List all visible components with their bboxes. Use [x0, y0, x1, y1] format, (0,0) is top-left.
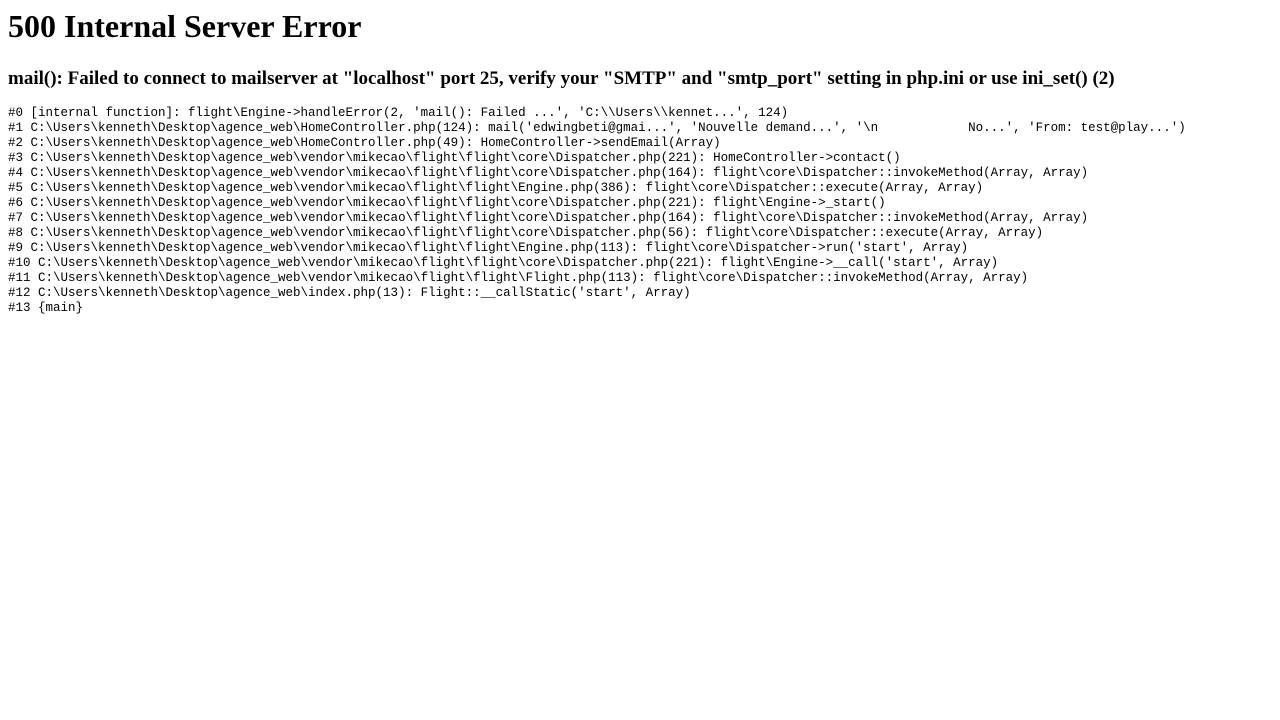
error-message: mail(): Failed to connect to mailserver … [8, 68, 1115, 89]
error-title: 500 Internal Server Error [8, 8, 362, 44]
stack-trace-line: #6 C:\Users\kenneth\Desktop\agence_web\v… [8, 196, 886, 210]
stack-trace-line: #9 C:\Users\kenneth\Desktop\agence_web\v… [8, 241, 969, 255]
stack-trace-line: #3 C:\Users\kenneth\Desktop\agence_web\v… [8, 151, 901, 165]
stack-trace-line: #2 C:\Users\kenneth\Desktop\agence_web\H… [8, 136, 721, 150]
stack-trace-line: #10 C:\Users\kenneth\Desktop\agence_web\… [8, 256, 999, 270]
stack-trace-line: #0 [internal function]: flight\Engine->h… [8, 106, 789, 120]
stack-trace-line: #1 C:\Users\kenneth\Desktop\agence_web\H… [8, 121, 1186, 135]
stack-trace-line: #8 C:\Users\kenneth\Desktop\agence_web\v… [8, 226, 1044, 240]
stack-trace: #0 [internal function]: flight\Engine->h… [8, 106, 1272, 316]
stack-trace-line: #4 C:\Users\kenneth\Desktop\agence_web\v… [8, 166, 1089, 180]
stack-trace-line: #11 C:\Users\kenneth\Desktop\agence_web\… [8, 271, 1029, 285]
stack-trace-line: #13 {main} [8, 301, 84, 315]
stack-trace-line: #12 C:\Users\kenneth\Desktop\agence_web\… [8, 286, 691, 300]
stack-trace-line: #5 C:\Users\kenneth\Desktop\agence_web\v… [8, 181, 984, 195]
stack-trace-line: #7 C:\Users\kenneth\Desktop\agence_web\v… [8, 211, 1089, 225]
